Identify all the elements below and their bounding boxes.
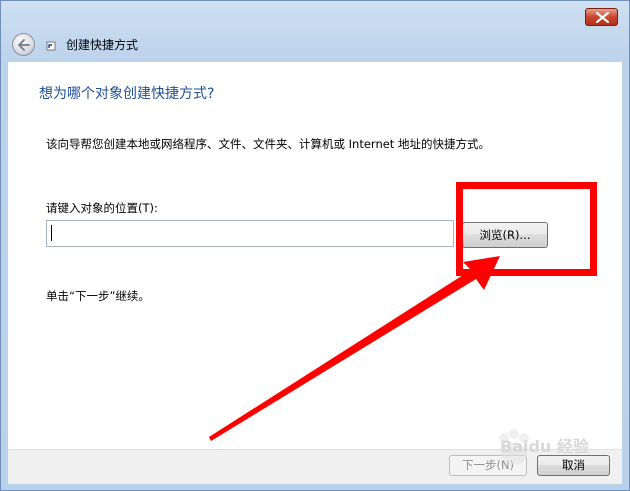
- watermark-text: Baidu 经验: [500, 437, 589, 456]
- annotation-arrow-icon: [209, 256, 500, 441]
